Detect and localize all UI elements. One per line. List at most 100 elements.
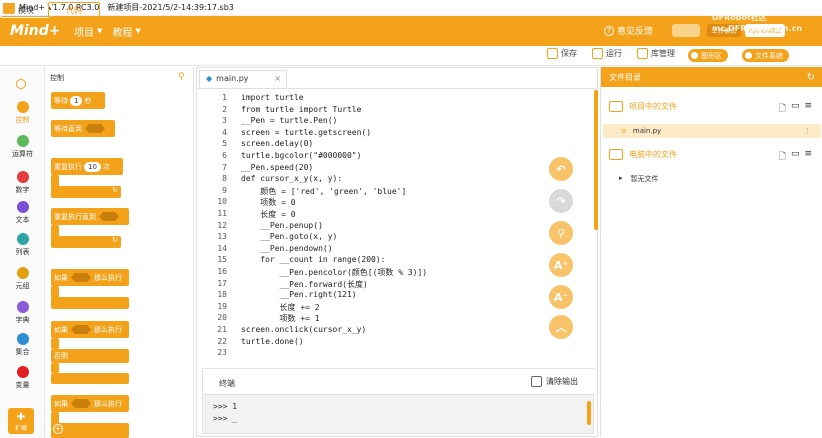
graphics-area-button[interactable]: 图形区 <box>688 49 728 62</box>
category-dot-icon <box>16 267 29 279</box>
code-line[interactable]: for __count in range(200): <box>241 255 385 264</box>
clear-output-button[interactable]: 清除输出 <box>531 376 578 387</box>
tab-blocks[interactable]: 模块 <box>0 2 52 18</box>
project-files-section[interactable]: 项目中的文件 <box>609 101 677 112</box>
code-line[interactable]: __Pen.pencolor(颜色[(项数 % 3)]) <box>241 267 428 278</box>
category-7[interactable]: 字典 <box>0 301 45 325</box>
menu-icon[interactable]: ≡ <box>804 149 812 165</box>
code-line[interactable]: __Pen.forward(长度) <box>241 279 368 290</box>
line-number: 21 <box>217 325 227 334</box>
code-line[interactable]: screen = turtle.getscreen() <box>241 128 371 137</box>
block-wait-value[interactable]: 1 <box>70 95 83 106</box>
watermark: DFRobot社区 mc.DFRobot.com.cn <box>712 13 803 33</box>
refresh-icon[interactable]: ↻ <box>807 72 815 83</box>
category-4[interactable]: 文本 <box>0 201 45 225</box>
line-number: 8 <box>222 174 227 184</box>
block-else-arm <box>51 363 59 373</box>
code-line[interactable]: turtle.bgcolor("#000000") <box>241 151 361 160</box>
run-label: 运行 <box>606 49 622 58</box>
library-button[interactable]: 库管理 <box>637 48 675 59</box>
block-if-2[interactable]: 如果 那么执行 <box>51 395 129 412</box>
code-line[interactable]: 长度 += 2 <box>241 302 320 313</box>
more-icon[interactable]: ⋮ <box>804 127 811 135</box>
search-button[interactable]: ⚲ <box>549 221 573 245</box>
code-line[interactable]: turtle.done() <box>241 337 304 346</box>
new-folder-icon[interactable]: ▭ <box>791 101 800 117</box>
close-icon[interactable]: × <box>274 74 281 83</box>
block-if[interactable]: 如果 那么执行 <box>51 269 129 286</box>
menu-icon[interactable]: ≡ <box>804 101 812 117</box>
category-9[interactable]: 变量 <box>0 366 45 390</box>
code-line[interactable]: def cursor_x_y(x, y): <box>241 174 342 183</box>
new-file-icon[interactable]: 🗋 <box>779 101 786 117</box>
font-decrease-icon: A⁻ <box>553 290 569 304</box>
code-line[interactable]: from turtle import Turtle <box>241 105 361 114</box>
block-repeat-until[interactable]: 重复执行直到 <box>51 208 129 225</box>
editor-scrollbar[interactable] <box>594 90 598 230</box>
folder-icon <box>609 101 623 112</box>
menu-project[interactable]: 项目 ▼ <box>74 24 102 39</box>
extension-button[interactable]: ✚ 扩展 <box>8 408 34 434</box>
block-repeat-value[interactable]: 10 <box>84 161 101 172</box>
category-label: 运算符 <box>12 150 33 158</box>
menu-tutorial[interactable]: 教程 ▼ <box>112 24 140 39</box>
block-repeat[interactable]: 重复执行 10 次 <box>51 158 123 175</box>
file-icon: ≡ <box>621 127 627 135</box>
block-if-else-arm <box>51 338 59 349</box>
category-label: 列表 <box>15 248 30 256</box>
feedback-button[interactable]: ? 意见反馈 <box>604 24 653 37</box>
new-file-icon[interactable]: 🗋 <box>779 149 786 165</box>
line-number: 19 <box>217 301 227 311</box>
code-line[interactable]: 项数 = 0 <box>241 197 295 208</box>
code-area[interactable]: 1 import turtle 2 from turtle import Turtle… <box>197 90 589 365</box>
code-line[interactable]: 项数 += 1 <box>241 313 320 324</box>
undo-icon: ↶ <box>556 162 566 176</box>
graphics-label: 图形区 <box>701 51 722 60</box>
pin-icon[interactable]: ⚲ <box>178 72 185 82</box>
undo-button[interactable]: ↶ <box>549 157 573 181</box>
run-button[interactable]: 运行 <box>592 48 622 59</box>
terminal-line[interactable]: >>> _ <box>213 414 237 423</box>
collapse-button[interactable]: ︿ <box>549 315 573 339</box>
computer-files-item[interactable]: ▸ 暂无文件 <box>619 174 659 184</box>
tab-code[interactable]: 代码 <box>48 2 100 18</box>
computer-files-section[interactable]: 电脑中的文件 <box>609 149 677 160</box>
code-line[interactable]: __Pen.goto(x, y) <box>241 232 337 241</box>
code-line[interactable]: screen.onclick(cursor_x_y) <box>241 325 366 334</box>
menu-tutorial-label: 教程 <box>112 27 133 39</box>
zoom-out-button[interactable]: A⁻ <box>549 285 573 309</box>
category-5[interactable]: 列表 <box>0 233 45 257</box>
add-circle-icon[interactable]: + <box>53 424 63 434</box>
code-line[interactable]: __Pen.pendown() <box>241 244 332 253</box>
category-label: 元组 <box>15 282 30 290</box>
code-line[interactable]: __Pen.penup() <box>241 221 323 230</box>
category-3[interactable]: 数字 <box>0 171 45 195</box>
file-tab-main[interactable]: ◆ main.py × <box>199 70 287 88</box>
file-row-main[interactable]: ≡ main.py ⋮ <box>603 124 821 138</box>
new-folder-icon[interactable]: ▭ <box>791 149 800 165</box>
mode-switch-dot[interactable] <box>672 24 700 37</box>
code-line[interactable]: screen.delay(0) <box>241 139 313 148</box>
loop-arrow-icon: ↻ <box>112 236 118 244</box>
code-line[interactable]: __Pen.speed(20) <box>241 163 313 172</box>
block-if-else[interactable]: 如果 那么执行 <box>51 321 129 338</box>
code-line[interactable]: __Pen.right(121) <box>241 290 357 299</box>
code-line[interactable]: 颜色 = ['red', 'green', 'blue'] <box>241 186 406 197</box>
terminal-scrollbar[interactable] <box>587 401 591 425</box>
code-line[interactable]: import turtle <box>241 93 304 102</box>
category-1[interactable]: 控制 <box>0 101 45 125</box>
file-directory-header: 文件目录 ↻ <box>601 67 822 87</box>
save-button[interactable]: 保存 <box>547 48 577 59</box>
category-2[interactable]: 运算符 <box>0 135 45 159</box>
zoom-in-button[interactable]: A⁺ <box>549 253 573 277</box>
code-line[interactable]: __Pen = turtle.Pen() <box>241 116 337 125</box>
block-wait[interactable]: 等待 1 秒 <box>51 92 105 109</box>
search-icon[interactable] <box>16 79 26 89</box>
block-wait-until[interactable]: 等待直到 <box>51 120 115 137</box>
line-number: 16 <box>217 267 227 276</box>
redo-button[interactable]: ↷ <box>549 189 573 213</box>
code-line[interactable]: 长度 = 0 <box>241 209 295 220</box>
category-8[interactable]: 集合 <box>0 333 45 357</box>
filesystem-button[interactable]: 文件系统 <box>742 49 789 62</box>
category-6[interactable]: 元组 <box>0 267 45 291</box>
